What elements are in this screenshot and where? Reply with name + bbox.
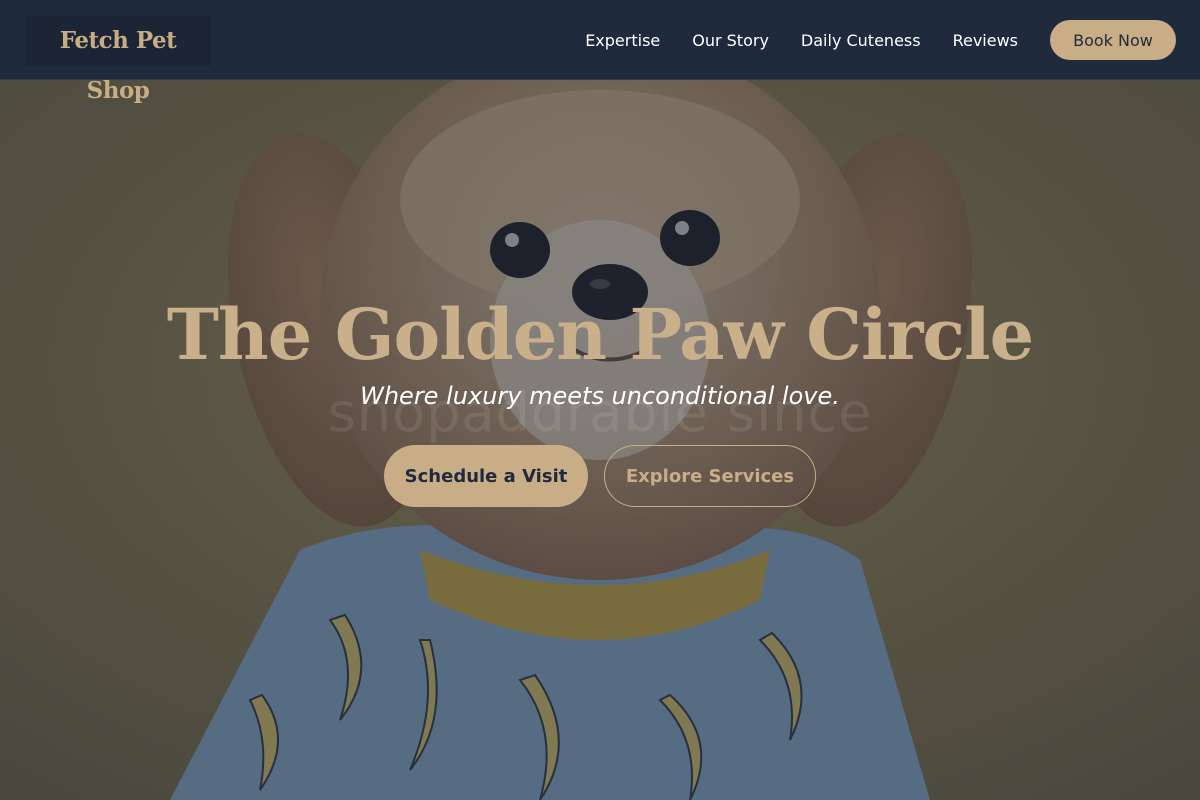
hero-cta-group: Schedule a Visit Explore Services bbox=[0, 445, 1200, 507]
nav-link-daily-cuteness[interactable]: Daily Cuteness bbox=[801, 31, 921, 50]
main-nav: Expertise Our Story Daily Cuteness Revie… bbox=[585, 20, 1176, 60]
nav-link-our-story[interactable]: Our Story bbox=[692, 31, 769, 50]
schedule-visit-button[interactable]: Schedule a Visit bbox=[384, 445, 588, 507]
hero-title: The Golden Paw Circle bbox=[166, 293, 1034, 376]
book-now-button[interactable]: Book Now bbox=[1050, 20, 1176, 60]
top-navbar: Fetch Pet Shop Expertise Our Story Daily… bbox=[0, 0, 1200, 104]
nav-link-expertise[interactable]: Expertise bbox=[585, 31, 660, 50]
hero-subtitle: Where luxury meets unconditional love. bbox=[360, 382, 840, 410]
explore-services-button[interactable]: Explore Services bbox=[604, 445, 816, 507]
hero-section: shopaddrable since The Golden Paw Circle… bbox=[0, 80, 1200, 800]
nav-link-reviews[interactable]: Reviews bbox=[953, 31, 1018, 50]
brand-logo[interactable]: Fetch Pet Shop bbox=[25, 16, 211, 104]
